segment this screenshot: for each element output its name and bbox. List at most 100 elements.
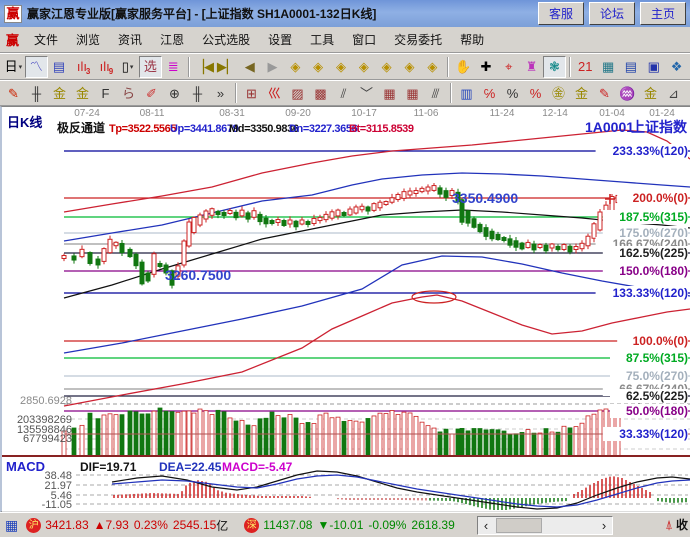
- volume-bar: [360, 422, 364, 456]
- rocket-pen-icon[interactable]: ✎: [593, 82, 616, 104]
- spiral-icon[interactable]: ら: [117, 82, 140, 104]
- volume-bar: [192, 413, 196, 456]
- wave-gold-icon[interactable]: ♒: [616, 82, 639, 104]
- title-button-forum[interactable]: 论坛: [589, 2, 635, 25]
- next-icon[interactable]: ▶: [261, 56, 284, 78]
- chart-area[interactable]: 07-2408-1108-3109-2010-1711-0611-2412-14…: [0, 106, 690, 512]
- zoom-pointer-icon[interactable]: ⌖: [497, 56, 520, 78]
- crosshair-icon[interactable]: ✚: [475, 56, 498, 78]
- volume-bar: [72, 428, 76, 456]
- bars-9-icon[interactable]: ılı9: [93, 56, 116, 78]
- stock-select-icon[interactable]: 选: [139, 56, 162, 78]
- volume-bar: [336, 417, 340, 456]
- last-page-icon: ▶▏: [217, 60, 237, 73]
- box-draw-icon[interactable]: ⊞: [240, 82, 263, 104]
- calendar-icon[interactable]: 21: [574, 56, 597, 78]
- percent-line-icon[interactable]: ℅: [478, 82, 501, 104]
- angle-lines-icon[interactable]: ⫽: [332, 82, 355, 104]
- fibonacci-grid-icon[interactable]: F: [94, 82, 117, 104]
- period-candle-icon[interactable]: 日▾: [2, 56, 25, 78]
- brain-icon[interactable]: ❃: [543, 56, 566, 78]
- gann-level-label: 133.33%(120): [613, 286, 688, 300]
- notebook-icon[interactable]: ▤: [620, 56, 643, 78]
- plain-grid-icon[interactable]: ╫: [186, 82, 209, 104]
- gann-tool-icon[interactable]: ♜: [520, 56, 543, 78]
- candle-body: [324, 214, 328, 219]
- title-button-home[interactable]: 主页: [640, 2, 686, 25]
- scroll-right-arrow[interactable]: ›: [596, 517, 612, 534]
- last-page-icon[interactable]: ▶▏: [215, 56, 238, 78]
- scrollbar-thumb[interactable]: [496, 518, 542, 533]
- menu-item-3[interactable]: 江恩: [151, 28, 193, 51]
- gold-grid-1-icon[interactable]: 金: [48, 82, 71, 104]
- menu-item-4[interactable]: 公式选股: [193, 28, 259, 51]
- bars-3-icon[interactable]: ılı3: [70, 56, 93, 78]
- diamond-up-icon[interactable]: ◈: [330, 56, 353, 78]
- red-grid-2-icon[interactable]: ▦: [401, 82, 424, 104]
- menu-item-7[interactable]: 窗口: [343, 28, 385, 51]
- date-axis-label: 01-24: [649, 108, 675, 119]
- gold-avg-icon[interactable]: 金: [639, 82, 662, 104]
- menu-item-1[interactable]: 浏览: [67, 28, 109, 51]
- menu-item-6[interactable]: 工具: [301, 28, 343, 51]
- shenzhen-market-icon[interactable]: 深: [244, 518, 259, 533]
- menu-item-0[interactable]: 文件: [25, 28, 67, 51]
- candle-body: [568, 246, 572, 252]
- volume-bar: [252, 426, 256, 456]
- percent-gold-icon[interactable]: %: [524, 82, 547, 104]
- percent-icon[interactable]: %: [501, 82, 524, 104]
- grid-tool-icon[interactable]: ╫: [25, 82, 48, 104]
- quote-grid-icon[interactable]: ▦: [5, 517, 18, 534]
- hatch-box-icon[interactable]: ▨: [286, 82, 309, 104]
- volume-bar: [330, 418, 334, 456]
- diamond-down-icon[interactable]: ◈: [352, 56, 375, 78]
- diamond-cross-icon[interactable]: ◈: [421, 56, 444, 78]
- price-ruler-icon[interactable]: ▥: [455, 82, 478, 104]
- gold-grid-2-icon[interactable]: 金: [71, 82, 94, 104]
- more-tools-icon[interactable]: »: [209, 82, 232, 104]
- gold-circle-icon[interactable]: ㊎: [547, 82, 570, 104]
- net-box-icon[interactable]: ▩: [309, 82, 332, 104]
- prev-icon[interactable]: ◀: [238, 56, 261, 78]
- title-button-service[interactable]: 客服: [538, 2, 584, 25]
- diamond-right-icon[interactable]: ◈: [307, 56, 330, 78]
- angle-icon[interactable]: ⊿: [662, 82, 685, 104]
- candle-body: [72, 256, 76, 260]
- volume-bar: [282, 418, 286, 456]
- gann-pen-icon[interactable]: ✎: [2, 82, 25, 104]
- diamond-right-icon: ◈: [313, 60, 323, 73]
- save-icon[interactable]: ▣: [642, 56, 665, 78]
- circle-grid-icon[interactable]: ⊕: [163, 82, 186, 104]
- color-bars-icon[interactable]: ≣: [162, 56, 185, 78]
- title-buttons: 客服论坛主页: [533, 2, 686, 25]
- menu-item-9[interactable]: 帮助: [451, 28, 493, 51]
- network-icon[interactable]: ❖: [665, 56, 688, 78]
- calculator-icon[interactable]: ▦: [597, 56, 620, 78]
- gold-line-icon[interactable]: 金: [570, 82, 593, 104]
- dropdown-arrow-icon[interactable]: ▾: [19, 63, 23, 71]
- dropdown-arrow-icon[interactable]: ▾: [130, 63, 134, 71]
- menu-item-2[interactable]: 资讯: [109, 28, 151, 51]
- menu-item-8[interactable]: 交易委托: [385, 28, 451, 51]
- first-page-icon[interactable]: ▕◀: [193, 56, 216, 78]
- diamond-left-icon[interactable]: ◈: [284, 56, 307, 78]
- red-grid-1-icon[interactable]: ▦: [378, 82, 401, 104]
- vee-icon[interactable]: ﹀: [355, 82, 378, 104]
- diamond-expand-icon[interactable]: ◈: [375, 56, 398, 78]
- parallel-icon[interactable]: ⫻: [424, 82, 447, 104]
- scroll-left-arrow[interactable]: ‹: [478, 517, 494, 534]
- diamond-4way-icon[interactable]: ◈: [398, 56, 421, 78]
- info-panel-icon[interactable]: ▤: [48, 56, 71, 78]
- shanghai-market-icon[interactable]: 沪: [26, 518, 41, 533]
- trend-region-icon[interactable]: 〽: [25, 56, 48, 78]
- candle-body: [96, 259, 100, 265]
- hand-icon[interactable]: ✋: [452, 56, 475, 78]
- menu-item-5[interactable]: 设置: [259, 28, 301, 51]
- candle-style-icon[interactable]: ▯▾: [116, 56, 139, 78]
- kline-chart[interactable]: 07-2408-1108-3109-2010-1711-0611-2412-14…: [2, 107, 690, 513]
- chart-scrollbar[interactable]: ‹ ›: [477, 516, 613, 535]
- candle-style-icon: ▯: [122, 60, 129, 73]
- pen-grid-icon[interactable]: ✐: [140, 82, 163, 104]
- fan-lines-icon[interactable]: 巛: [263, 82, 286, 104]
- candle-body: [342, 213, 346, 216]
